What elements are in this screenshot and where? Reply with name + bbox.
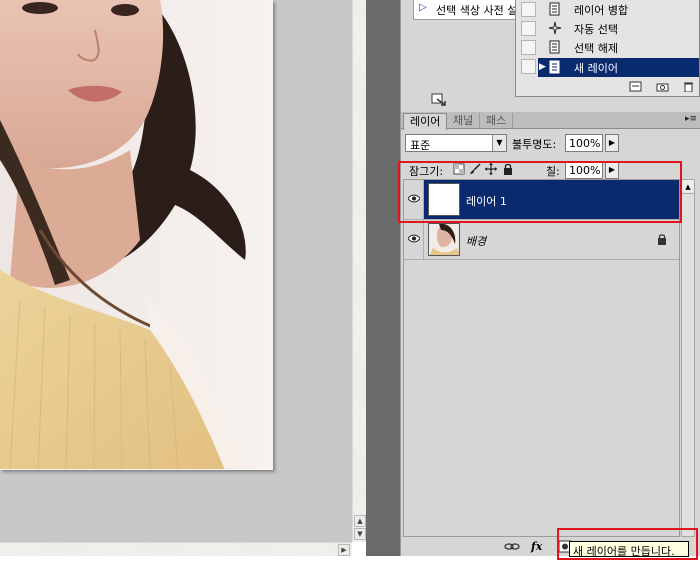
canvas-vertical-scrollbar[interactable]: ▲ ▼ <box>352 0 366 542</box>
chevron-down-icon[interactable]: ▼ <box>492 135 506 151</box>
menu-item-label: 새 레이어 <box>574 62 618 75</box>
auto-select-icon <box>548 21 562 35</box>
scroll-up-arrow[interactable]: ▲ <box>354 515 366 527</box>
document-canvas[interactable] <box>0 0 352 542</box>
menu-item-new-layer[interactable]: ▶ 새 레이어 <box>538 58 699 77</box>
menu-item-checkbox[interactable] <box>521 21 536 36</box>
context-menu-footer <box>516 78 699 96</box>
scroll-right-arrow[interactable]: ▶ <box>338 544 350 556</box>
photo-image <box>0 0 273 470</box>
blend-mode-select[interactable]: 표준 ▼ <box>405 134 507 152</box>
opacity-slider-button[interactable]: ▶ <box>605 134 619 152</box>
lock-icon[interactable] <box>502 163 514 175</box>
canvas-horizontal-scrollbar[interactable]: ▶ <box>0 542 352 556</box>
blend-mode-value: 표준 <box>410 139 431 152</box>
fill-label: 칠: <box>546 165 560 178</box>
eye-icon <box>408 194 420 203</box>
tab-channels[interactable]: 채널 <box>447 113 481 129</box>
panel-gutter <box>366 0 400 556</box>
panel-tabs: 레이어 채널 패스 ▸≡ <box>401 112 700 130</box>
brush-icon[interactable] <box>469 163 481 175</box>
fill-input[interactable]: 100% <box>565 161 603 179</box>
eye-icon <box>408 234 420 243</box>
fill-slider-button[interactable]: ▶ <box>605 161 619 179</box>
menu-item-label: 레이어 병합 <box>574 4 629 17</box>
scroll-up-arrow[interactable]: ▲ <box>682 180 694 194</box>
menu-item-checkbox[interactable] <box>521 40 536 55</box>
layer-row-background[interactable]: 배경 <box>404 220 679 260</box>
layer-thumbnail-transparent <box>428 183 460 216</box>
layer-list: 레이어 1 배경 <box>403 179 680 537</box>
menu-item-auto-select[interactable]: 자동 선택 <box>516 19 699 38</box>
menu-item-checkbox[interactable] <box>521 59 536 74</box>
visibility-toggle[interactable] <box>404 220 424 259</box>
link-layers-icon[interactable] <box>504 540 520 553</box>
opacity-input[interactable]: 100% <box>565 134 603 152</box>
layer-name[interactable]: 레이어 1 <box>466 193 507 209</box>
deselect-icon <box>549 40 560 54</box>
trash-icon[interactable] <box>682 81 695 92</box>
menu-item-label: 자동 선택 <box>574 23 618 36</box>
visibility-toggle[interactable] <box>404 180 424 219</box>
layers-panel: 레이어 채널 패스 ▸≡ 표준 ▼ 불투명도: 100% ▶ 잠그기: 칠: 1… <box>400 112 700 556</box>
menu-item-merge-layers[interactable]: 레이어 병합 <box>516 0 699 19</box>
context-menu: 레이어 병합 자동 선택 선택 해제 ▶ 새 레이어 <box>515 0 700 97</box>
camera-icon[interactable] <box>656 81 669 92</box>
layer-thumbnail-photo <box>428 223 460 256</box>
expand-triangle-icon[interactable]: ▷ <box>419 2 427 13</box>
merge-layers-icon <box>549 2 560 16</box>
play-triangle-icon: ▶ <box>539 62 546 72</box>
tab-layers[interactable]: 레이어 <box>403 113 448 130</box>
new-action-icon[interactable] <box>431 93 447 107</box>
menu-item-label: 선택 해제 <box>574 42 618 55</box>
create-action-icon[interactable] <box>629 81 642 92</box>
fx-icon[interactable]: fx <box>531 540 547 553</box>
new-layer-icon <box>549 60 560 74</box>
layer-name[interactable]: 배경 <box>466 233 486 249</box>
tooltip: 새 레이어를 만듭니다. <box>569 541 689 558</box>
tab-paths[interactable]: 패스 <box>480 113 514 129</box>
lock-transparency-icon[interactable] <box>453 163 465 175</box>
layer-row-layer-1[interactable]: 레이어 1 <box>404 180 679 220</box>
lock-label: 잠그기: <box>409 165 444 178</box>
menu-item-checkbox[interactable] <box>521 2 536 17</box>
layers-vertical-scrollbar[interactable]: ▲ <box>681 179 695 537</box>
opacity-label: 불투명도: <box>512 138 557 151</box>
move-icon[interactable] <box>485 163 497 175</box>
action-row-label: 선택 색상 사전 설 <box>436 4 518 17</box>
panel-menu-icon[interactable]: ▸≡ <box>685 114 697 124</box>
scroll-down-arrow[interactable]: ▼ <box>354 528 366 540</box>
menu-item-deselect[interactable]: 선택 해제 <box>516 38 699 57</box>
menu-item-checkbox-cell <box>516 57 538 76</box>
lock-icon <box>658 234 666 245</box>
